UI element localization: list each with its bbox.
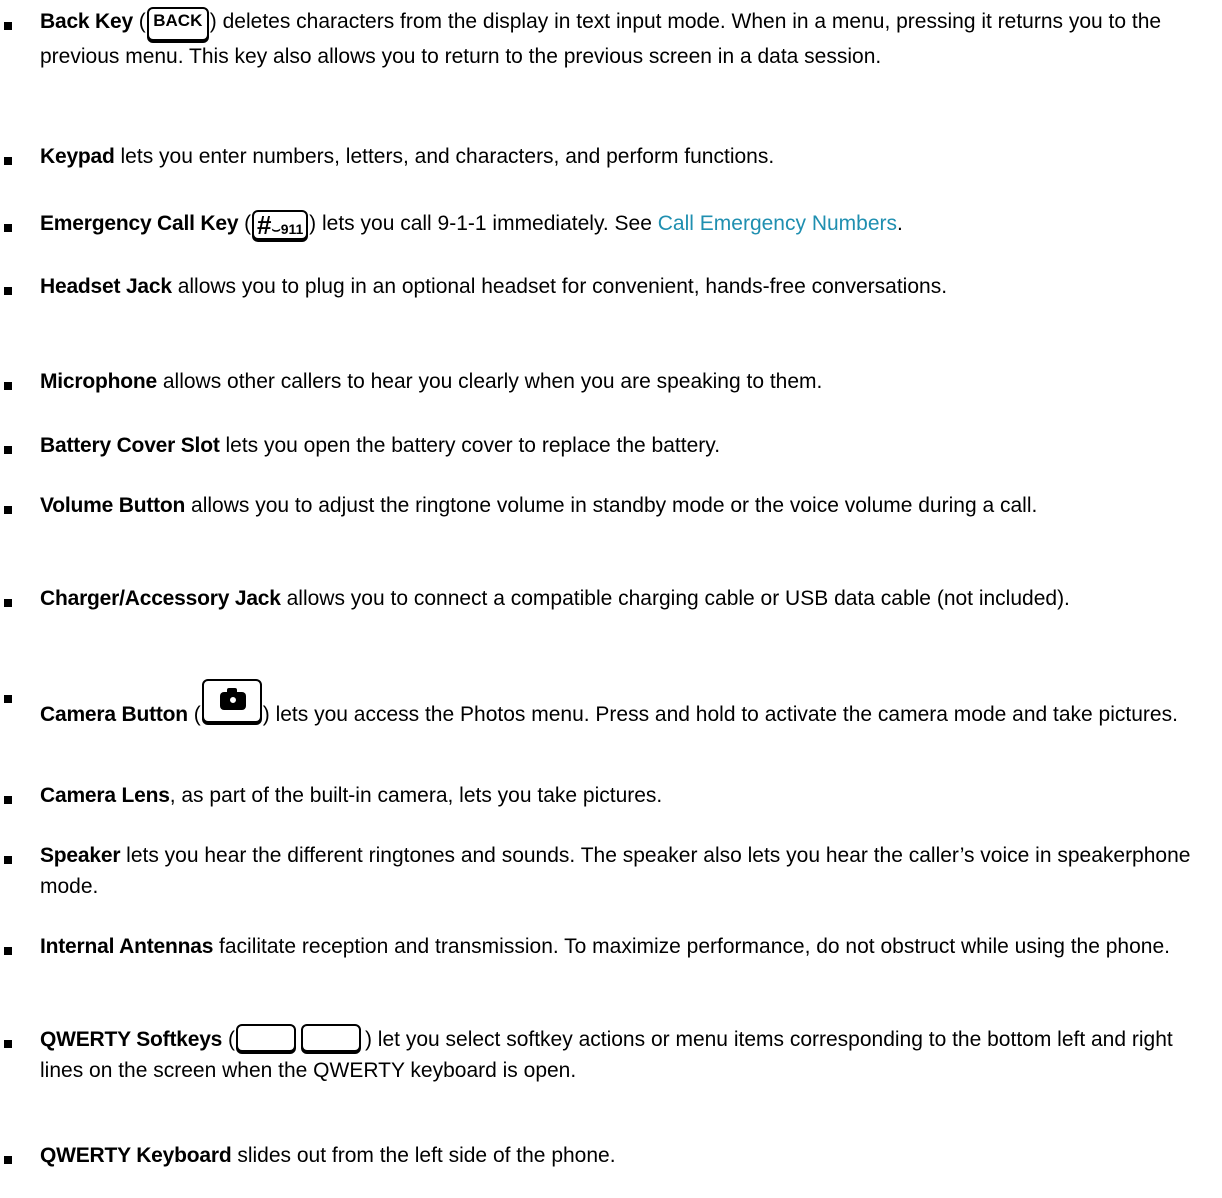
bullet <box>4 157 12 165</box>
bullet <box>4 947 12 955</box>
description: ) lets you call 9-1-1 immediately. See <box>309 212 658 235</box>
term: Charger/Accessory Jack <box>40 587 281 610</box>
bullet <box>4 1156 12 1164</box>
bullet <box>4 796 12 804</box>
list-item-charger-accessory-jack: Charger/Accessory Jack allows you to con… <box>4 583 1200 614</box>
term: Keypad <box>40 145 115 168</box>
description: allows other callers to hear you clearly… <box>162 370 823 393</box>
term: Speaker <box>40 844 121 867</box>
list-item-keypad: Keypad lets you enter numbers, letters, … <box>4 141 1200 172</box>
description: lets you open the battery cover to repla… <box>225 434 721 457</box>
camera-icon <box>201 679 262 723</box>
bullet <box>4 599 12 607</box>
list-item-internal-antennas: Internal Antennas facilitate reception a… <box>4 931 1200 962</box>
bullet <box>4 22 12 30</box>
back-key-icon: BACK <box>146 7 209 41</box>
term: Back Key <box>40 10 133 33</box>
bullet <box>4 1040 12 1048</box>
list-item-microphone: Microphone allows other callers to hear … <box>4 366 1200 397</box>
list-item-back-key: Back Key (BACK) deletes characters from … <box>4 6 1200 72</box>
list-item-emergency-call-key: Emergency Call Key (#⌣911) lets you call… <box>4 208 1200 240</box>
feature-list: Back Key (BACK) deletes characters from … <box>0 0 1222 1198</box>
description: ) lets you access the Photos menu. Press… <box>262 703 1178 726</box>
right-softkey-icon <box>300 1024 361 1052</box>
description: , as part of the built-in camera, lets y… <box>169 784 663 807</box>
term: Volume Button <box>40 494 186 517</box>
term: Emergency Call Key <box>40 212 239 235</box>
description: allows you to plug in an optional headse… <box>177 275 948 298</box>
list-item-speaker: Speaker lets you hear the different ring… <box>4 840 1200 902</box>
list-item-battery-cover-slot: Battery Cover Slot lets you open the bat… <box>4 430 1200 461</box>
bullet <box>4 446 12 454</box>
left-softkey-icon <box>235 1024 296 1052</box>
bullet <box>4 695 12 703</box>
list-item-volume-button: Volume Button allows you to adjust the r… <box>4 490 1200 521</box>
term: QWERTY Keyboard <box>40 1144 232 1167</box>
bullet <box>4 287 12 295</box>
term: Camera Lens <box>40 784 170 807</box>
term: Microphone <box>40 370 157 393</box>
emergency-key-icon: #⌣911 <box>252 210 309 240</box>
term: Internal Antennas <box>40 935 214 958</box>
bullet <box>4 382 12 390</box>
list-item-camera-lens: Camera Lens, as part of the built-in cam… <box>4 780 1200 811</box>
description: lets you enter numbers, letters, and cha… <box>120 145 775 168</box>
call-emergency-numbers-link[interactable]: Call Emergency Numbers <box>658 212 897 235</box>
bullet <box>4 506 12 514</box>
list-item-camera-button: Camera Button () lets you access the Pho… <box>4 679 1200 730</box>
term: Headset Jack <box>40 275 172 298</box>
bullet <box>4 224 12 232</box>
list-item-qwerty-keyboard: QWERTY Keyboard slides out from the left… <box>4 1140 1200 1171</box>
list-item-headset-jack: Headset Jack allows you to plug in an op… <box>4 271 1200 302</box>
bullet <box>4 856 12 864</box>
term: QWERTY Softkeys <box>40 1028 223 1051</box>
description: facilitate reception and transmission. T… <box>219 935 1170 958</box>
description: allows you to connect a compatible charg… <box>286 587 1070 610</box>
description: slides out from the left side of the pho… <box>237 1144 616 1167</box>
term: Camera Button <box>40 703 188 726</box>
description: lets you hear the different ringtones an… <box>40 844 1191 898</box>
description: allows you to adjust the ringtone volume… <box>191 494 1038 517</box>
list-item-qwerty-softkeys: QWERTY Softkeys () let you select softke… <box>4 1024 1200 1086</box>
term: Battery Cover Slot <box>40 434 220 457</box>
